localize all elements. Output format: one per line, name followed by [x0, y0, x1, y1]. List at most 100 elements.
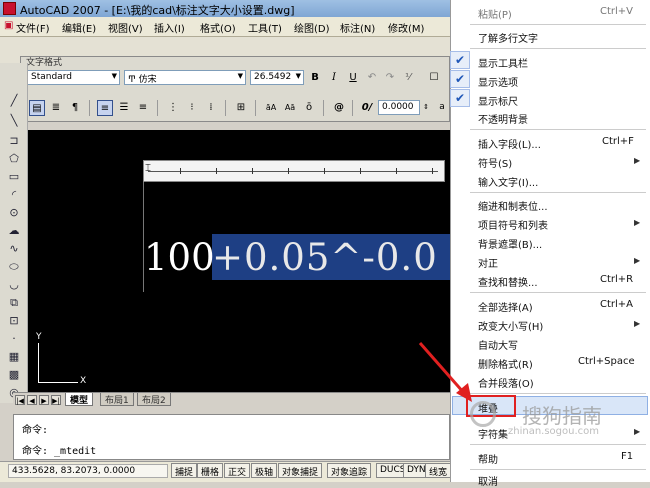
insert-block-icon[interactable]: ⧉ — [6, 295, 22, 311]
menu-item-import-text[interactable]: 输入文字(I)... — [478, 174, 538, 189]
paragraph-icon[interactable]: ¶ — [67, 100, 83, 116]
polygon-icon[interactable]: ⬠ — [6, 151, 22, 167]
menu-item-paste[interactable]: 粘贴(P) — [478, 6, 512, 21]
menu-view[interactable]: 视图(V) — [108, 20, 143, 35]
tab-model[interactable]: 模型 — [65, 393, 94, 406]
ruler-tick — [432, 168, 433, 174]
mtext-plain-text[interactable]: 100 — [144, 236, 215, 279]
text-style-select[interactable]: Standard ▼ — [27, 70, 120, 85]
menu-item-symbol[interactable]: 符号(S) — [478, 155, 512, 170]
menu-item-find-replace[interactable]: 查找和替换... — [478, 274, 538, 289]
revision-cloud-icon[interactable]: ☁ — [6, 223, 22, 239]
grid-toggle[interactable]: 栅格 — [197, 463, 224, 478]
menu-tools[interactable]: 工具(T) — [248, 20, 282, 35]
ruler-tick — [180, 168, 181, 174]
last-tab-button[interactable]: ▶| — [51, 395, 61, 405]
menu-dimension[interactable]: 标注(N) — [340, 20, 375, 35]
command-window[interactable]: 命令: 命令: _mtedit — [13, 414, 450, 460]
snap-toggle[interactable]: 捕捉 — [171, 463, 198, 478]
bold-button[interactable]: B — [307, 70, 323, 86]
construction-line-icon[interactable]: ╲ — [6, 113, 22, 129]
menu-item-show-ruler[interactable]: 显示标尺 — [478, 93, 518, 108]
mtext-ruler[interactable]: ⌶ — [143, 160, 445, 182]
font-select[interactable]: Ͳ 仿宋 ▼ — [124, 70, 246, 85]
underline-button[interactable]: U — [345, 70, 361, 86]
spline-icon[interactable]: ∿ — [6, 241, 22, 257]
text-height-select[interactable]: 26.5492 ▼ — [250, 70, 304, 85]
next-tab-button[interactable]: ▶ — [39, 395, 49, 405]
menu-item-combine-paragraphs[interactable]: 合并段落(O) — [478, 375, 534, 390]
menu-item-show-toolbar[interactable]: 显示工具栏 — [478, 55, 528, 70]
lowercase-icon[interactable]: Aā — [282, 100, 298, 116]
osnap-toggle[interactable]: 对象捕捉 — [278, 463, 323, 478]
symbol-button[interactable]: @ — [331, 100, 347, 116]
menu-file[interactable]: 文件(F) — [16, 20, 50, 35]
align-center-icon[interactable]: ☰ — [116, 100, 132, 116]
otrack-toggle[interactable]: 对象追踪 — [327, 463, 372, 478]
menu-insert[interactable]: 插入(I) — [154, 20, 185, 35]
first-tab-button[interactable]: |◀ — [15, 395, 25, 405]
color-box-icon[interactable]: ☐ — [426, 70, 442, 86]
menu-item-character-set[interactable]: 字符集 — [478, 426, 508, 441]
menu-item-help[interactable]: 帮助 — [478, 451, 498, 466]
prev-tab-button[interactable]: ◀ — [27, 395, 37, 405]
menu-item-insert-field[interactable]: 插入字段(L)... — [478, 136, 541, 151]
menu-item-learn-mtext[interactable]: 了解多行文字 — [478, 30, 538, 45]
menu-item-remove-formatting[interactable]: 删除格式(R) — [478, 356, 533, 371]
spin-arrows-icon[interactable]: ⇕ — [420, 100, 432, 116]
align-right-icon[interactable]: ≡ — [135, 100, 151, 116]
menu-edit[interactable]: 编辑(E) — [62, 20, 96, 35]
oblique-angle-input[interactable]: 0.0000 — [378, 100, 420, 115]
overline-icon[interactable]: ō — [301, 100, 317, 116]
tab-layout2[interactable]: 布局2 — [137, 393, 171, 406]
letters-icon[interactable]: ⁞ — [203, 100, 219, 116]
bullets-icon[interactable]: ⁝ — [184, 100, 200, 116]
tracking-icon[interactable]: a — [436, 100, 448, 116]
ellipse-icon[interactable]: ⬭ — [6, 259, 22, 275]
menu-item-background-mask[interactable]: 背景遮罩(B)... — [478, 236, 542, 251]
menu-draw[interactable]: 绘图(D) — [294, 20, 330, 35]
menu-item-change-case[interactable]: 改变大小写(H) — [478, 318, 543, 333]
mtext-justify-icon[interactable]: ≣ — [48, 100, 64, 116]
ortho-toggle[interactable]: 正交 — [224, 463, 251, 478]
make-block-icon[interactable]: ⊡ — [6, 313, 22, 329]
menu-bar: ▣ 文件(F) 编辑(E) 视图(V) 插入(I) 格式(O) 工具(T) 绘图… — [0, 17, 450, 37]
lineweight-toggle[interactable]: 线宽 — [425, 463, 452, 478]
columns-icon[interactable]: ▤ — [29, 100, 45, 116]
indent-marker-icon[interactable]: ⌶ — [145, 163, 151, 174]
align-left-icon[interactable]: ≡ — [97, 100, 113, 116]
stack-icon[interactable]: ⅟ — [400, 70, 416, 86]
insert-field-icon[interactable]: ⊞ — [233, 100, 249, 116]
menu-item-justification[interactable]: 对正 — [478, 255, 498, 270]
menu-item-autocaps[interactable]: 自动大写 — [478, 337, 518, 352]
ellipse-arc-icon[interactable]: ◡ — [6, 277, 22, 293]
gradient-icon[interactable]: ▩ — [6, 367, 22, 383]
italic-button[interactable]: I — [326, 70, 342, 86]
menu-item-show-options[interactable]: 显示选项 — [478, 74, 518, 89]
hatch-icon[interactable]: ▦ — [6, 349, 22, 365]
polar-toggle[interactable]: 极轴 — [251, 463, 278, 478]
menu-item-cancel[interactable]: 取消 — [478, 473, 498, 488]
submenu-arrow-icon: ▶ — [634, 319, 641, 328]
menu-item-bullets-lists[interactable]: 项目符号和列表 — [478, 217, 548, 232]
arc-icon[interactable]: ◜ — [6, 187, 22, 203]
select-all-shortcut: Ctrl+A — [600, 299, 634, 310]
polyline-icon[interactable]: ⊐ — [6, 133, 22, 149]
drawing-menu-icon[interactable]: ▣ — [4, 20, 13, 31]
redo-icon[interactable]: ↷ — [382, 70, 398, 86]
undo-icon[interactable]: ↶ — [364, 70, 380, 86]
menu-item-opaque-background[interactable]: 不透明背景 — [478, 111, 528, 126]
rectangle-icon[interactable]: ▭ — [6, 169, 22, 185]
numbering-icon[interactable]: ⋮ — [165, 100, 181, 116]
tab-layout1[interactable]: 布局1 — [100, 393, 134, 406]
line-icon[interactable]: ╱ — [6, 93, 22, 109]
circle-icon[interactable]: ⊙ — [6, 205, 22, 221]
menu-format[interactable]: 格式(O) — [200, 20, 236, 35]
uppercase-icon[interactable]: āA — [263, 100, 279, 116]
menu-modify[interactable]: 修改(M) — [388, 20, 424, 35]
point-icon[interactable]: · — [6, 331, 22, 347]
menu-item-select-all[interactable]: 全部选择(A) — [478, 299, 533, 314]
menu-item-indents-tabs[interactable]: 缩进和制表位... — [478, 198, 548, 213]
mtext-selected-text[interactable]: +0.05^-0.0 — [212, 236, 438, 279]
oblique-angle-value: 0.0000 — [382, 102, 414, 112]
